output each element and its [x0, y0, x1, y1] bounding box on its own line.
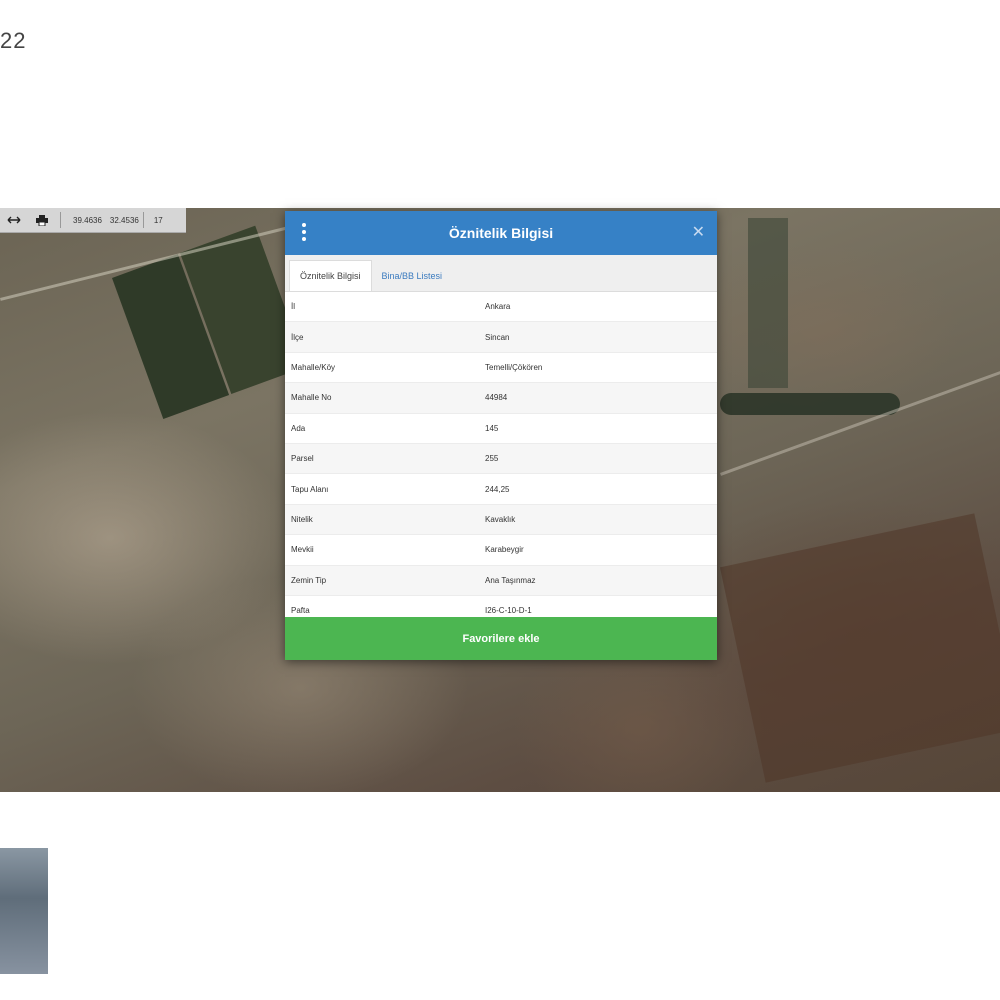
dialog-header: Öznitelik Bilgisi ✕ — [285, 211, 717, 255]
row-key: Nitelik — [285, 504, 479, 536]
row-value: 44984 — [479, 382, 717, 414]
map-toolbar: 39.4636 32.4536 17 — [0, 208, 186, 233]
row-value: Ana Taşınmaz — [479, 565, 717, 596]
dialog-title: Öznitelik Bilgisi — [448, 225, 554, 241]
row-value: Ankara — [479, 292, 717, 323]
attribute-table: İl Ankara İlçe Sincan Mahalle/Köy Temelli/Çök… — [285, 292, 717, 627]
row-key: Ada — [285, 413, 479, 444]
row-key: Parsel — [285, 443, 479, 475]
tab-attribute-info[interactable]: Öznitelik Bilgisi — [289, 260, 372, 291]
plowed-field — [719, 513, 1000, 783]
toolbar-divider — [142, 212, 144, 228]
table-row: Parsel 255 — [285, 443, 717, 475]
row-key: İlçe — [285, 321, 479, 353]
coordinate-2: 32.4536 — [109, 215, 139, 225]
row-value: 145 — [479, 413, 717, 444]
coordinate-1: 39.4636 — [73, 215, 102, 225]
tree-row — [720, 393, 900, 415]
table-row: Mahalle No 44984 — [285, 382, 717, 414]
tab-building-list[interactable]: Bina/BB Listesi — [372, 261, 453, 291]
corner-label: 22 — [0, 28, 27, 53]
print-icon[interactable] — [28, 208, 56, 232]
thumbnail-image — [0, 848, 48, 974]
table-row: Mahalle/Köy Temelli/Çökören — [285, 352, 717, 384]
table-row: Ada 145 — [285, 413, 717, 444]
row-value: Temelli/Çökören — [479, 352, 717, 384]
row-value: 244,25 — [479, 473, 717, 505]
toolbar-divider — [60, 212, 61, 228]
row-value: Kavaklık — [479, 504, 717, 536]
table-row: Zemin Tip Ana Taşınmaz — [285, 565, 717, 596]
dialog-tabs: Öznitelik Bilgisi Bina/BB Listesi — [285, 255, 717, 292]
add-to-favorites-button[interactable]: Favorilere ekle — [285, 617, 717, 660]
kebab-menu-icon[interactable] — [301, 223, 307, 243]
arrows-icon[interactable] — [0, 208, 28, 232]
table-row: Tapu Alanı 244,25 — [285, 473, 717, 505]
attribute-info-dialog: Öznitelik Bilgisi ✕ Öznitelik Bilgisi Bi… — [285, 211, 717, 660]
table-row: İlçe Sincan — [285, 321, 717, 353]
row-key: İl — [285, 292, 479, 323]
table-row: İl Ankara — [285, 292, 717, 323]
row-value: Karabeygir — [479, 534, 717, 566]
tree-column — [748, 218, 788, 388]
close-icon[interactable]: ✕ — [692, 222, 705, 242]
row-value: Sincan — [479, 321, 717, 353]
zoom-level: 17 — [153, 215, 163, 225]
row-key: Mevkii — [285, 534, 479, 566]
row-key: Zemin Tip — [285, 565, 479, 596]
table-row: Nitelik Kavaklık — [285, 504, 717, 536]
row-key: Tapu Alanı — [285, 473, 479, 505]
row-key: Mahalle No — [285, 382, 479, 414]
row-key: Mahalle/Köy — [285, 352, 479, 384]
table-row: Mevkii Karabeygir — [285, 534, 717, 566]
row-value: 255 — [479, 443, 717, 475]
